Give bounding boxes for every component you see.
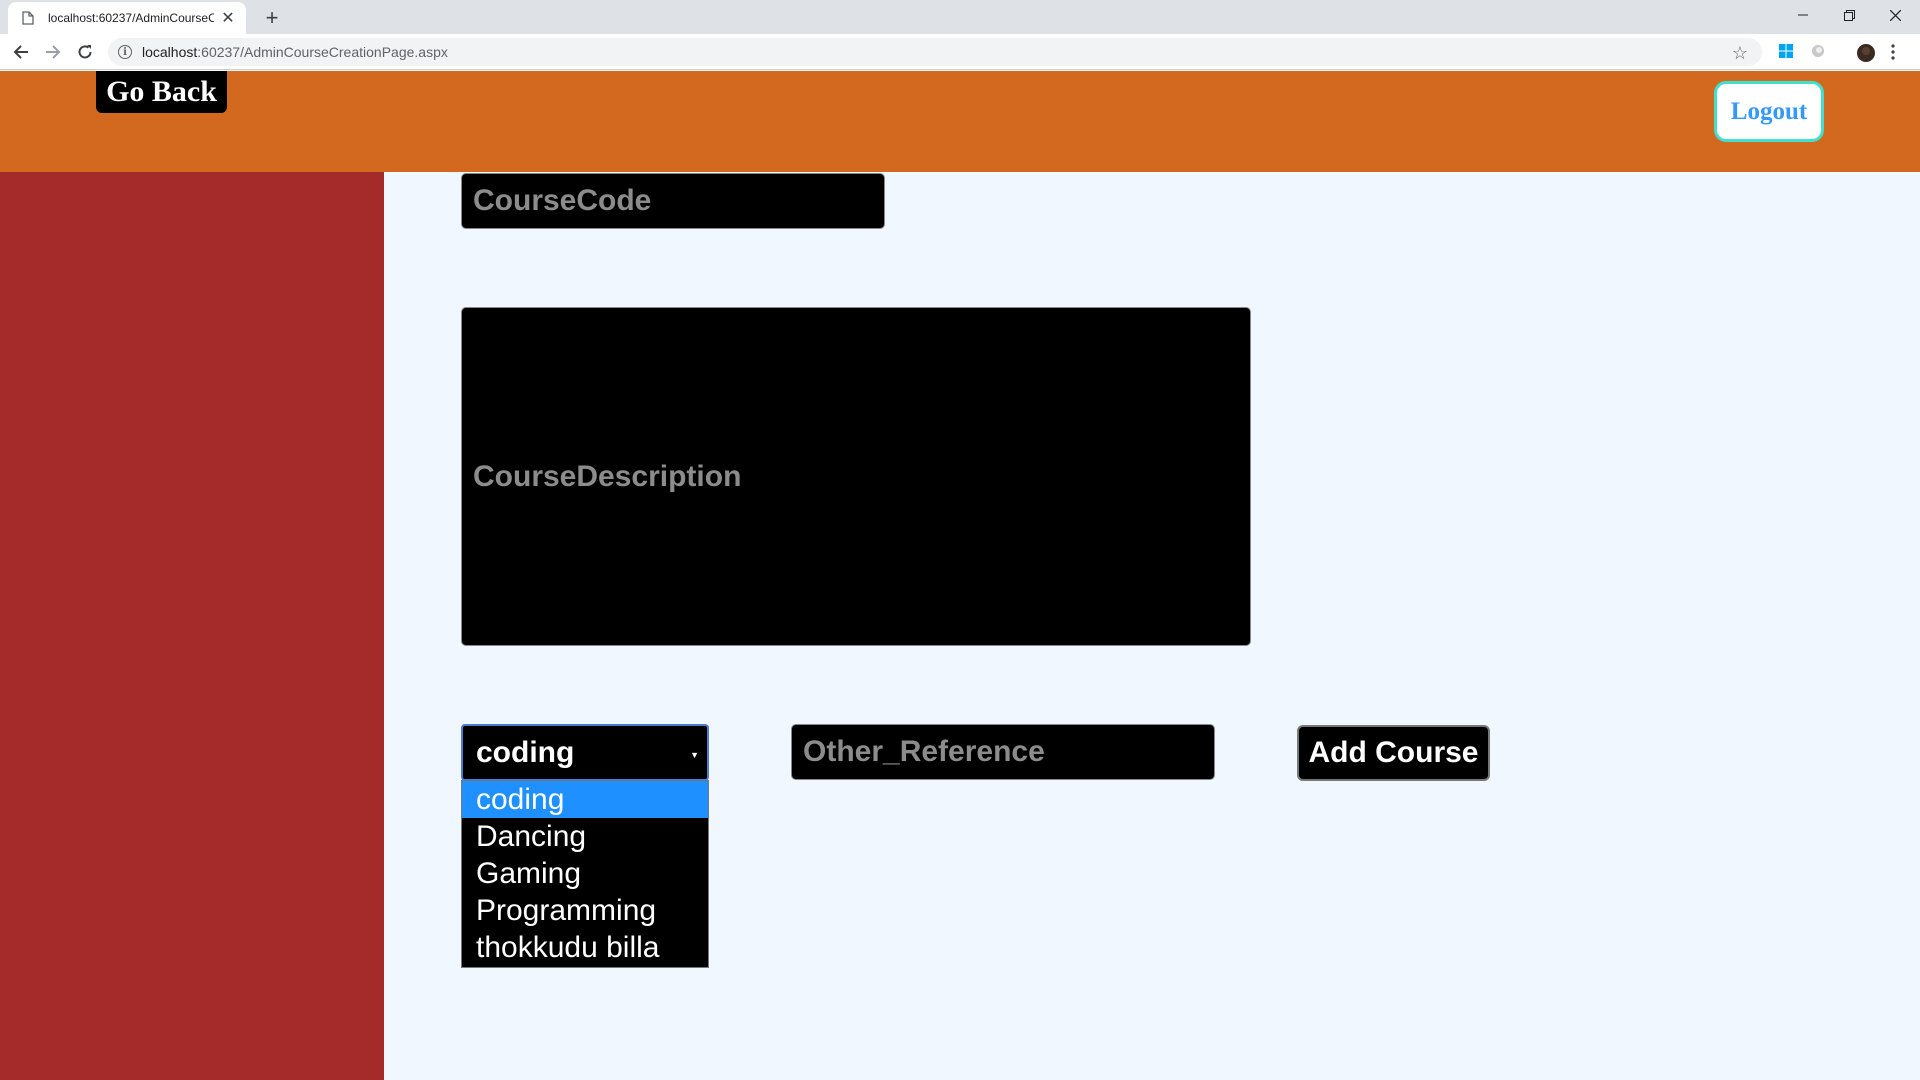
reload-icon[interactable] <box>72 39 98 65</box>
other-reference-input[interactable]: Other_Reference <box>791 724 1215 780</box>
menu-dots-icon[interactable] <box>1890 43 1908 61</box>
header-bar: Go Back Logout <box>0 71 1920 172</box>
category-option-programming[interactable]: Programming <box>462 892 708 929</box>
category-select-value: coding <box>476 735 575 769</box>
category-select[interactable]: coding ▼ <box>461 724 709 781</box>
close-tab-icon[interactable]: ✕ <box>220 8 236 28</box>
info-icon[interactable]: i <box>118 45 132 59</box>
address-bar[interactable]: i localhost:60237/AdminCourseCreationPag… <box>108 38 1762 66</box>
category-dropdown-list: coding Dancing Gaming Programming thokku… <box>461 780 709 968</box>
minimize-icon[interactable] <box>1780 0 1826 30</box>
bookmark-star-icon[interactable]: ☆ <box>1732 43 1748 64</box>
windows-extension-icon[interactable] <box>1778 43 1796 61</box>
browser-tabstrip: localhost:60237/AdminCourseCre ✕ + <box>0 0 1920 34</box>
category-option-thokkudu-billa[interactable]: thokkudu billa <box>462 929 708 966</box>
close-window-icon[interactable] <box>1872 0 1918 30</box>
page-icon <box>22 10 36 26</box>
course-code-input[interactable]: CourseCode <box>461 173 885 229</box>
browser-toolbar: i localhost:60237/AdminCourseCreationPag… <box>0 34 1920 70</box>
tab-title: localhost:60237/AdminCourseCre <box>48 11 214 25</box>
restore-icon[interactable] <box>1826 0 1872 30</box>
page: Go Back Logout CourseCode CourseDescript… <box>0 71 1920 1080</box>
category-option-gaming[interactable]: Gaming <box>462 855 708 892</box>
sidebar <box>0 172 384 1080</box>
new-tab-icon[interactable]: + <box>258 4 286 32</box>
extension-icon[interactable] <box>1810 43 1828 61</box>
url-text: localhost:60237/AdminCourseCreationPage.… <box>142 44 448 60</box>
course-description-input[interactable]: CourseDescription <box>461 307 1251 646</box>
dropdown-arrow-icon: ▼ <box>690 750 699 760</box>
browser-tab[interactable]: localhost:60237/AdminCourseCre ✕ <box>8 2 246 34</box>
forward-arrow-icon[interactable] <box>40 39 66 65</box>
category-option-coding[interactable]: coding <box>462 781 708 818</box>
logout-button[interactable]: Logout <box>1714 81 1824 142</box>
category-option-dancing[interactable]: Dancing <box>462 818 708 855</box>
profile-avatar-icon[interactable] <box>1856 43 1875 62</box>
go-back-button[interactable]: Go Back <box>96 71 227 113</box>
add-course-button[interactable]: Add Course <box>1297 725 1490 781</box>
back-arrow-icon[interactable] <box>8 39 34 65</box>
